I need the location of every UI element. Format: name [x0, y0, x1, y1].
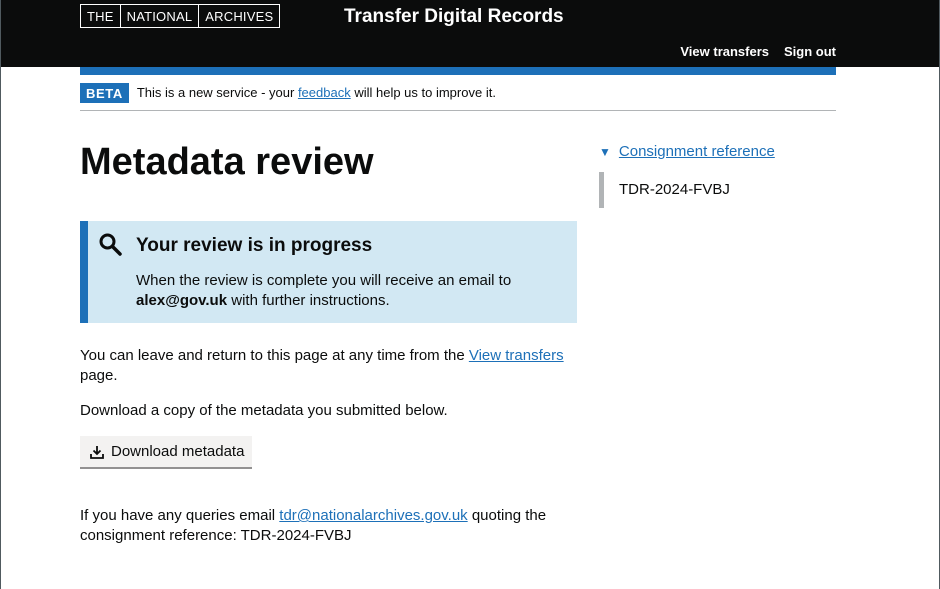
leave-return-text: You can leave and return to this page at… — [80, 346, 577, 386]
download-button-label: Download metadata — [111, 443, 245, 460]
feedback-link[interactable]: feedback — [298, 85, 351, 100]
queries-text: If you have any queries email tdr@nation… — [80, 506, 577, 546]
national-archives-logo[interactable]: THE NATIONAL ARCHIVES — [80, 4, 281, 28]
consignment-reference-summary[interactable]: ▼ Consignment reference — [599, 143, 836, 160]
notice-body: When the review is complete you will rec… — [136, 271, 556, 311]
notice-body-before: When the review is complete you will rec… — [136, 272, 512, 289]
phase-banner-text: This is a new service - your feedback wi… — [137, 85, 496, 100]
tdr-email-link[interactable]: tdr@nationalarchives.gov.uk — [279, 507, 467, 524]
page-frame: THE NATIONAL ARCHIVES Transfer Digital R… — [0, 0, 940, 589]
download-icon — [90, 445, 104, 459]
logo-word-1: THE — [81, 5, 121, 27]
page-title: Metadata review — [80, 141, 374, 183]
leave-text-before: You can leave and return to this page at… — [80, 347, 469, 364]
queries-text-before: If you have any queries email — [80, 507, 280, 524]
site-header: THE NATIONAL ARCHIVES Transfer Digital R… — [1, 0, 939, 67]
phase-banner: BETA This is a new service - your feedba… — [80, 75, 836, 111]
service-name[interactable]: Transfer Digital Records — [344, 6, 564, 28]
search-icon — [99, 233, 122, 256]
nav-view-transfers-link[interactable]: View transfers — [680, 44, 769, 59]
download-intro-text: Download a copy of the metadata you subm… — [80, 402, 448, 419]
download-metadata-button[interactable]: Download metadata — [80, 436, 252, 467]
logo-word-3: ARCHIVES — [205, 8, 274, 24]
logo-word-2: NATIONAL — [121, 5, 200, 27]
triangle-down-icon: ▼ — [599, 144, 611, 159]
notice-heading: Your review is in progress — [136, 235, 373, 256]
view-transfers-link[interactable]: View transfers — [469, 347, 564, 364]
consignment-reference-value: TDR-2024-FVBJ — [599, 172, 836, 208]
nav-sign-out-link[interactable]: Sign out — [784, 44, 836, 59]
phase-text-before: This is a new service - your — [136, 85, 298, 100]
phase-text-after: will help us to improve it. — [350, 85, 496, 100]
notice-body-after: with further instructions. — [227, 292, 390, 309]
leave-text-after: page. — [80, 367, 118, 384]
header-blue-bar — [80, 67, 836, 75]
consignment-details: ▼ Consignment reference TDR-2024-FVBJ — [599, 143, 836, 208]
beta-tag: BETA — [80, 82, 129, 103]
consignment-reference-label: Consignment reference — [618, 143, 775, 160]
review-progress-notice: Your review is in progress When the revi… — [80, 221, 577, 323]
header-nav: View transfers Sign out — [680, 44, 836, 59]
notice-email: alex@gov.uk — [136, 292, 228, 309]
